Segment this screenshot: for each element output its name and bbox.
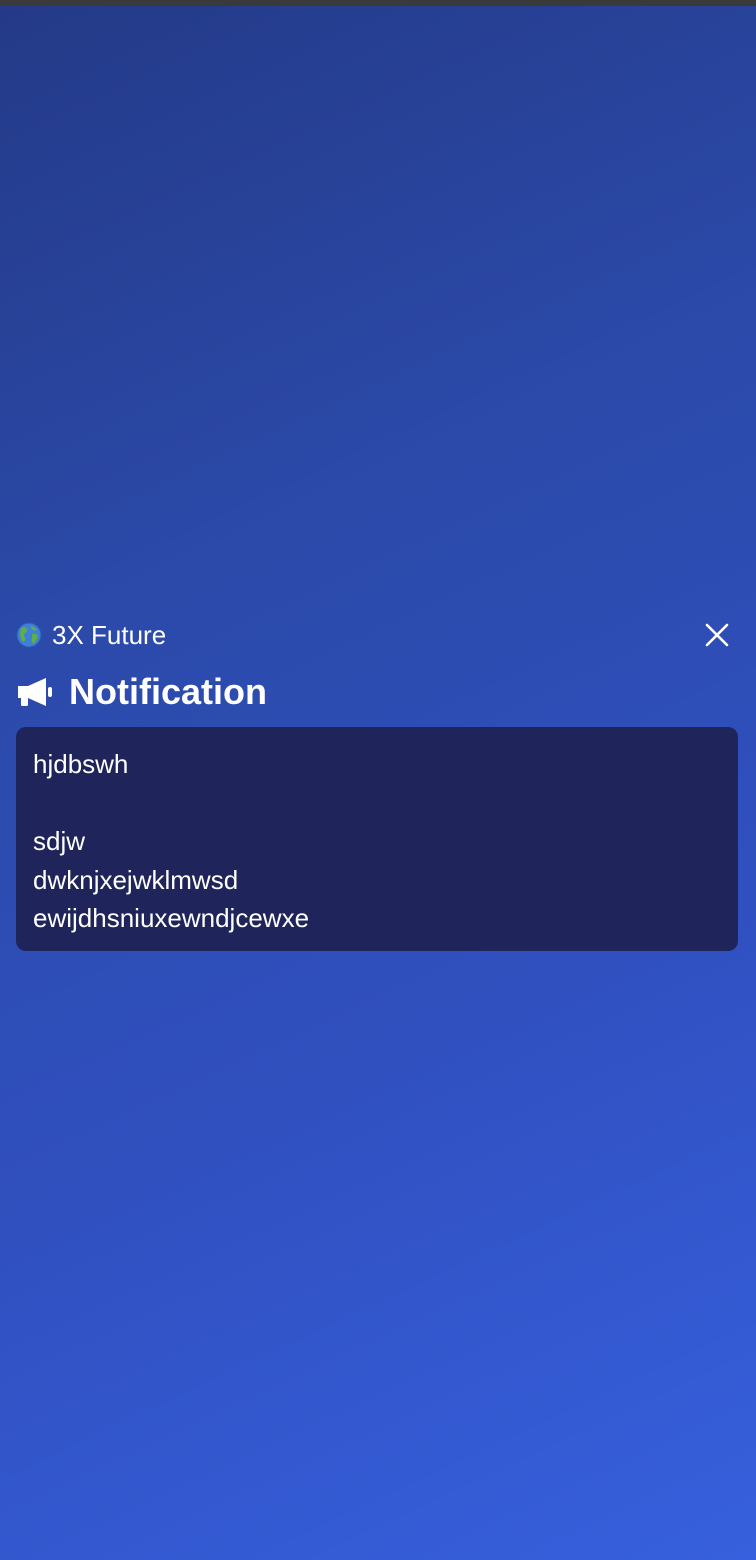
message-line: ewijdhsniuxewndjcewxe [33, 903, 310, 933]
message-line: dwknjxejwklmwsd [33, 864, 239, 895]
window-top-strip [0, 0, 756, 6]
globe-icon [16, 622, 42, 648]
app-name: 3X Future [52, 619, 167, 650]
close-button[interactable] [702, 620, 732, 650]
message-line: sdjw [33, 826, 86, 856]
brand: 3X Future [16, 618, 166, 652]
header: 3X Future [16, 618, 740, 652]
megaphone-icon [16, 676, 54, 708]
message-line [33, 784, 721, 823]
notification-message: hjdbswh sdjw dwknjxejwklmwsd ewijdhsniux… [16, 727, 738, 951]
page-title: Notification [69, 671, 267, 712]
message-line: hjdbswh [33, 749, 129, 779]
close-icon [705, 623, 729, 647]
notification-heading: Notification [16, 670, 267, 714]
